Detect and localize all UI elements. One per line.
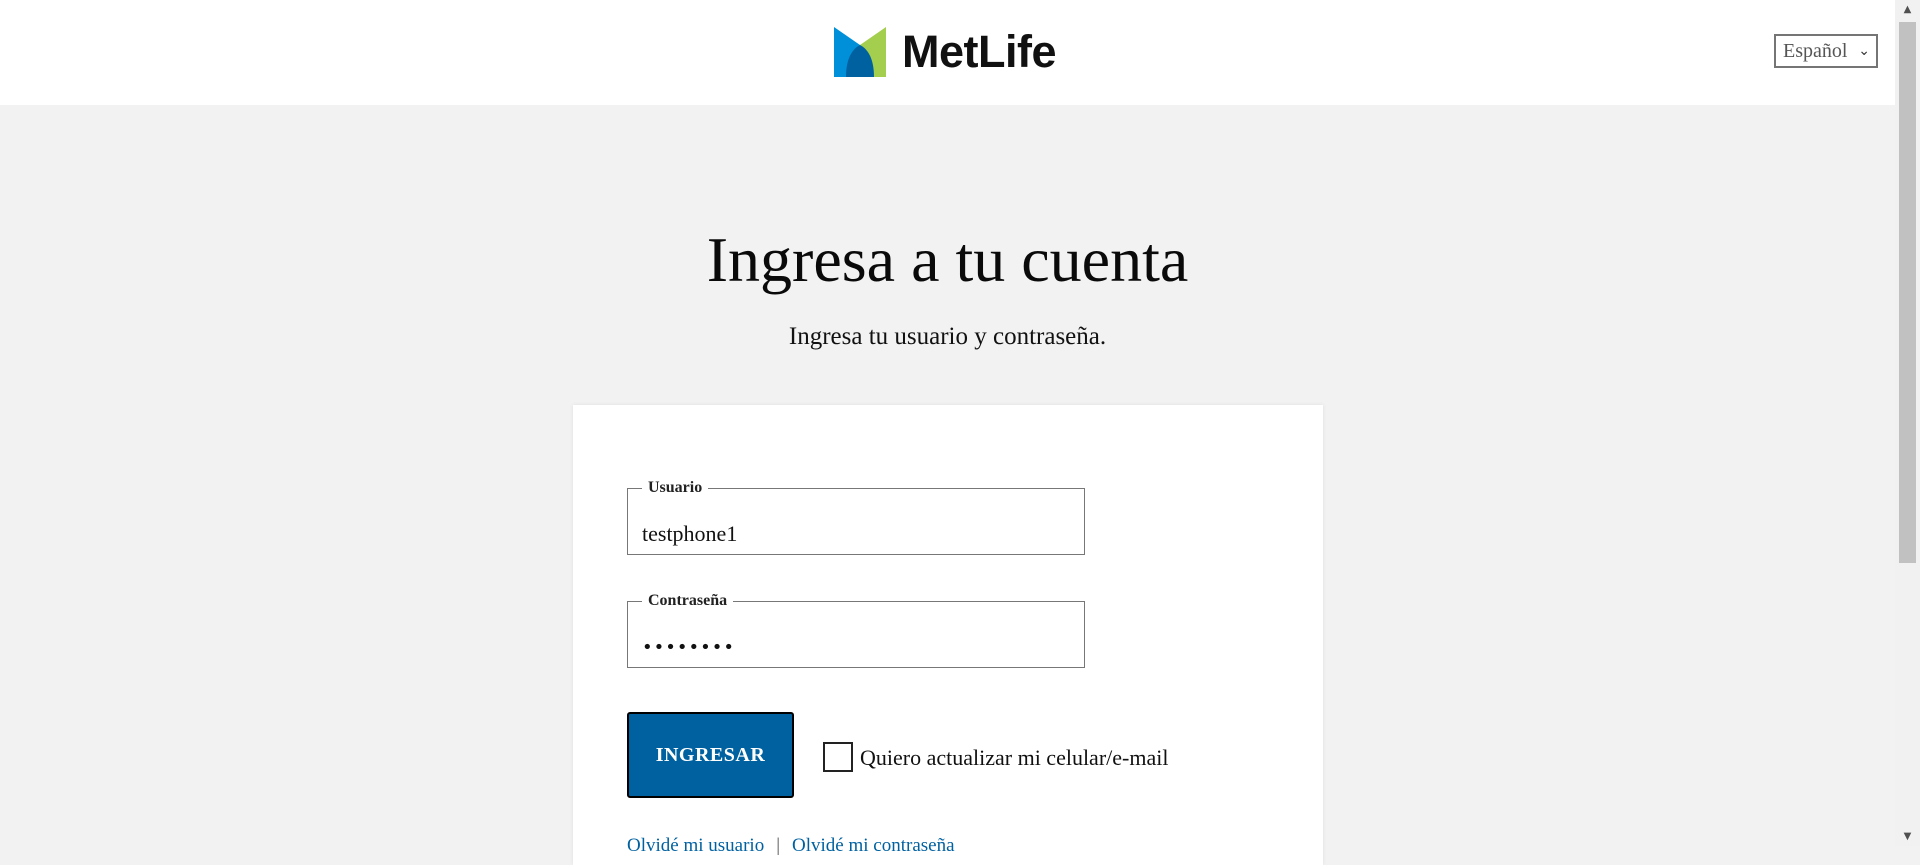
update-contact-label[interactable]: Quiero actualizar mi celular/e-mail	[860, 744, 1168, 772]
page-scrollbar[interactable]: ▲ ▼	[1895, 0, 1920, 846]
brand-name: MetLife	[902, 26, 1057, 77]
update-contact-checkbox[interactable]	[823, 742, 853, 772]
scroll-up-arrow-icon[interactable]: ▲	[1895, 4, 1920, 15]
metlife-logo[interactable]: MetLife	[834, 26, 1057, 77]
recovery-links: Olvidé mi usuario | Olvidé mi contraseña	[627, 835, 955, 857]
password-label: Contraseña	[648, 592, 728, 609]
metlife-logo-icon	[834, 27, 886, 77]
language-select[interactable]: Español ⌄	[1774, 34, 1878, 68]
page-title: Ingresa a tu cuenta	[706, 224, 1189, 295]
chevron-down-icon: ⌄	[1858, 43, 1870, 59]
password-input[interactable]	[642, 629, 1062, 665]
username-input[interactable]	[642, 516, 1062, 552]
username-label: Usuario	[648, 479, 703, 496]
login-card: Usuario Contraseña INGRESAR Quiero actua…	[573, 405, 1323, 865]
page-subtitle: Ingresa tu usuario y contraseña.	[788, 323, 1107, 350]
language-select-value: Español	[1783, 39, 1848, 62]
password-field: Contraseña	[627, 593, 1085, 668]
site-header: MetLife Español ⌄	[0, 0, 1895, 105]
login-button[interactable]: INGRESAR	[627, 712, 794, 798]
scroll-down-arrow-icon[interactable]: ▼	[1895, 831, 1920, 842]
username-field: Usuario	[627, 480, 1085, 555]
scrollbar-thumb[interactable]	[1899, 22, 1916, 563]
